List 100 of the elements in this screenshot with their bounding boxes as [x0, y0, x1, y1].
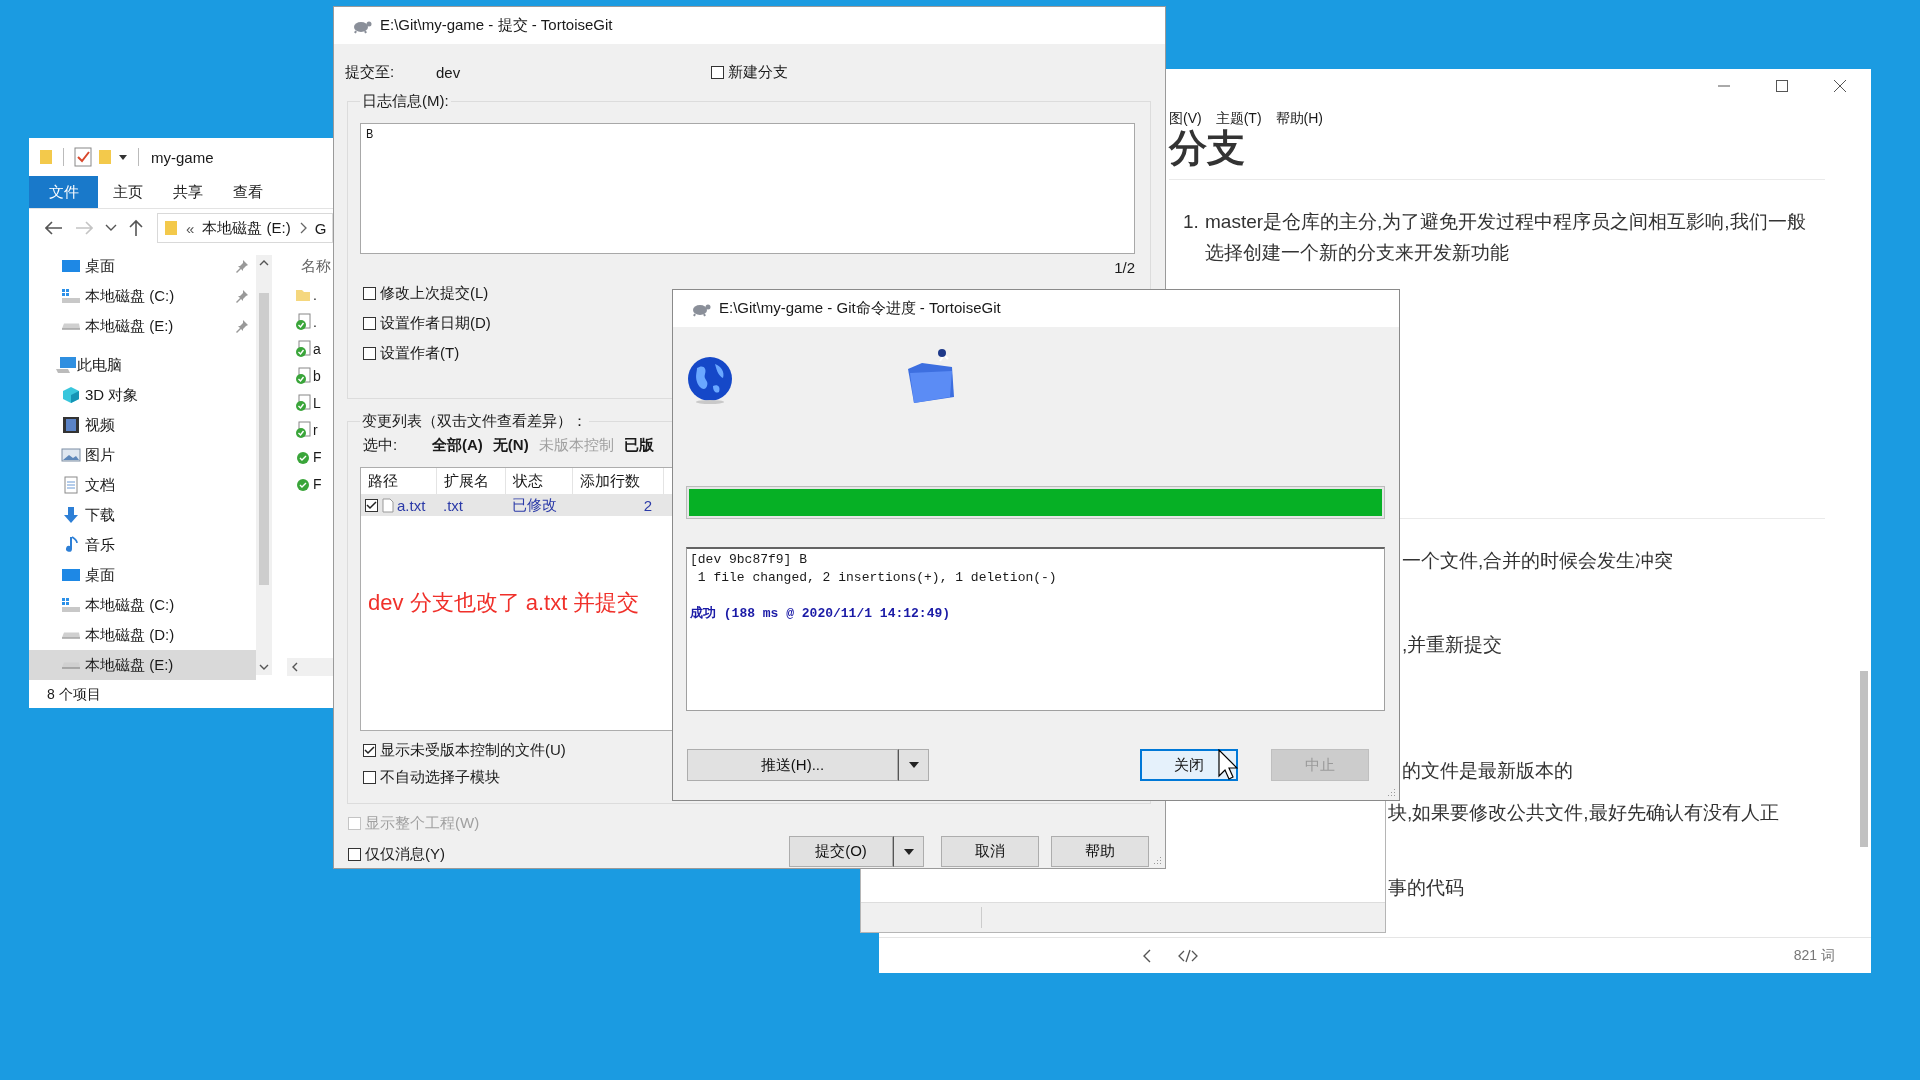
film-icon	[61, 416, 81, 434]
paragraph: 事的代码	[1388, 876, 1464, 900]
ribbon-tab[interactable]: 主页	[98, 176, 158, 208]
checkbox-label[interactable]: 仅仅消息(Y)	[365, 845, 445, 864]
caret-icon	[908, 762, 919, 768]
ribbon-tab[interactable]: 查看	[218, 176, 278, 208]
paragraph: 的文件是最新版本的	[1402, 759, 1573, 783]
chevron-left-icon[interactable]	[1142, 948, 1152, 963]
nav-item[interactable]: 本地磁盘 (E:)	[29, 311, 256, 341]
list-text: master是仓库的主分,为了避免开发过程中程序员之间相互影响,我们一般选择创建一个新的分支来开发新功能	[1205, 210, 1807, 265]
drive-icon	[61, 631, 81, 639]
checkbox[interactable]	[363, 346, 376, 360]
up-arrow-icon[interactable]	[129, 219, 143, 237]
menu-item[interactable]: 主题(T)	[1215, 110, 1262, 128]
file-name[interactable]: a	[313, 340, 321, 357]
ribbon-tab[interactable]: 文件	[29, 176, 98, 208]
file-check-icon	[295, 420, 311, 439]
code-icon[interactable]	[1178, 948, 1198, 963]
pin-icon[interactable]	[235, 289, 249, 303]
checkbox-label[interactable]: 新建分支	[728, 62, 788, 82]
file-name[interactable]: r	[313, 421, 318, 438]
scrollbar-thumb[interactable]	[1860, 671, 1868, 847]
checkbox[interactable]	[363, 316, 376, 330]
paragraph: 块,如果要修改公共文件,最好先确认有没有人正	[1388, 801, 1779, 825]
address-bar[interactable]: « 本地磁盘 (E:) G	[157, 213, 333, 243]
resize-grip-icon[interactable]	[1152, 855, 1162, 865]
file-name[interactable]: F	[313, 475, 322, 492]
caret-icon[interactable]	[118, 152, 128, 162]
chevron-down-icon[interactable]	[105, 224, 117, 232]
checkbox-label[interactable]: 设置作者日期(D)	[380, 313, 491, 333]
pin-icon[interactable]	[235, 259, 249, 273]
menu-item[interactable]: 帮助(H)	[1275, 110, 1323, 128]
nav-item[interactable]: 3D 对象	[29, 380, 256, 410]
pin-icon[interactable]	[235, 319, 249, 333]
column-header[interactable]: 名称	[301, 251, 333, 281]
file-name[interactable]: b	[313, 367, 321, 384]
checkbox[interactable]	[363, 744, 376, 757]
commit-button[interactable]: 提交(O)	[789, 836, 893, 867]
dropdown-button[interactable]	[893, 836, 924, 867]
back-arrow-icon[interactable]	[45, 221, 63, 235]
checkbox-label[interactable]: 显示未受版本控制的文件(U)	[380, 741, 566, 760]
maximize-icon[interactable]	[1775, 79, 1789, 93]
nav-item[interactable]: 此电脑	[29, 350, 256, 380]
resize-grip-icon[interactable]	[1386, 787, 1396, 797]
select-link[interactable]: 全部(A)	[432, 435, 483, 455]
nav-item[interactable]: 文档	[29, 470, 256, 500]
nav-item[interactable]: 桌面	[29, 251, 256, 281]
table-cell-text: 已修改	[511, 494, 558, 515]
checkbox[interactable]	[348, 848, 361, 861]
log-line: [dev 9bc87f9] B	[690, 551, 808, 569]
nav-item[interactable]: 本地磁盘 (C:)	[29, 281, 256, 311]
globe-icon	[687, 356, 733, 404]
file-name[interactable]: F	[313, 448, 322, 465]
scroll-up-icon[interactable]	[259, 259, 269, 267]
file-name[interactable]: L	[313, 394, 321, 411]
push-button[interactable]: 推送(H)...	[687, 749, 898, 781]
file-check-icon	[295, 366, 311, 385]
word-count: 821 词	[1793, 946, 1835, 965]
address-overflow[interactable]: «	[186, 219, 195, 237]
nav-item[interactable]: 桌面	[29, 560, 256, 590]
checklist-icon[interactable]	[74, 147, 92, 167]
checkbox-label[interactable]: 不自动选择子模块	[380, 768, 500, 787]
nav-item[interactable]: 音乐	[29, 530, 256, 560]
dialog-button[interactable]: 取消	[941, 836, 1039, 867]
nav-item[interactable]: 本地磁盘 (C:)	[29, 590, 256, 620]
scroll-down-icon[interactable]	[259, 663, 269, 671]
checkbox[interactable]	[363, 771, 376, 784]
address-segment[interactable]: G	[314, 219, 327, 237]
menu-item[interactable]: 图(V)	[1169, 110, 1202, 128]
nav-item[interactable]: 本地磁盘 (D:)	[29, 620, 256, 650]
ribbon-tab[interactable]: 共享	[158, 176, 218, 208]
select-link[interactable]: 无(N)	[492, 435, 529, 455]
dialog-button[interactable]: 关闭	[1140, 749, 1238, 781]
nav-item[interactable]: 下载	[29, 500, 256, 530]
checkbox-label[interactable]: 设置作者(T)	[380, 343, 460, 363]
scrollbar-thumb[interactable]	[259, 293, 269, 585]
heading: 分支	[1169, 129, 1245, 167]
chevron-right-icon[interactable]	[298, 222, 307, 234]
scroll-left-icon[interactable]	[291, 662, 299, 672]
dialog-button[interactable]: 帮助	[1051, 836, 1149, 867]
nav-item[interactable]: 本地磁盘 (E:)	[29, 650, 256, 680]
close-icon[interactable]	[1833, 79, 1847, 93]
scrollbar[interactable]	[287, 658, 333, 676]
address-segment[interactable]: 本地磁盘 (E:)	[202, 218, 291, 238]
file-name[interactable]: .	[313, 313, 317, 330]
nav-item[interactable]: 图片	[29, 440, 256, 470]
checkbox[interactable]	[711, 65, 724, 79]
checkbox-label[interactable]: 修改上次提交(L)	[380, 283, 489, 303]
checkbox[interactable]	[363, 286, 376, 300]
nav-item[interactable]: 视频	[29, 410, 256, 440]
drive-icon	[61, 287, 81, 305]
dropdown-button[interactable]	[898, 749, 929, 781]
select-link[interactable]: 已版	[623, 435, 654, 455]
checkbox[interactable]	[365, 498, 378, 512]
window-title: my-game	[151, 148, 214, 166]
message-field[interactable]: B	[360, 123, 1135, 254]
image-icon	[61, 446, 81, 464]
scrollbar[interactable]	[256, 255, 272, 675]
file-name[interactable]: .	[313, 286, 317, 303]
branch-name: dev	[436, 63, 462, 81]
